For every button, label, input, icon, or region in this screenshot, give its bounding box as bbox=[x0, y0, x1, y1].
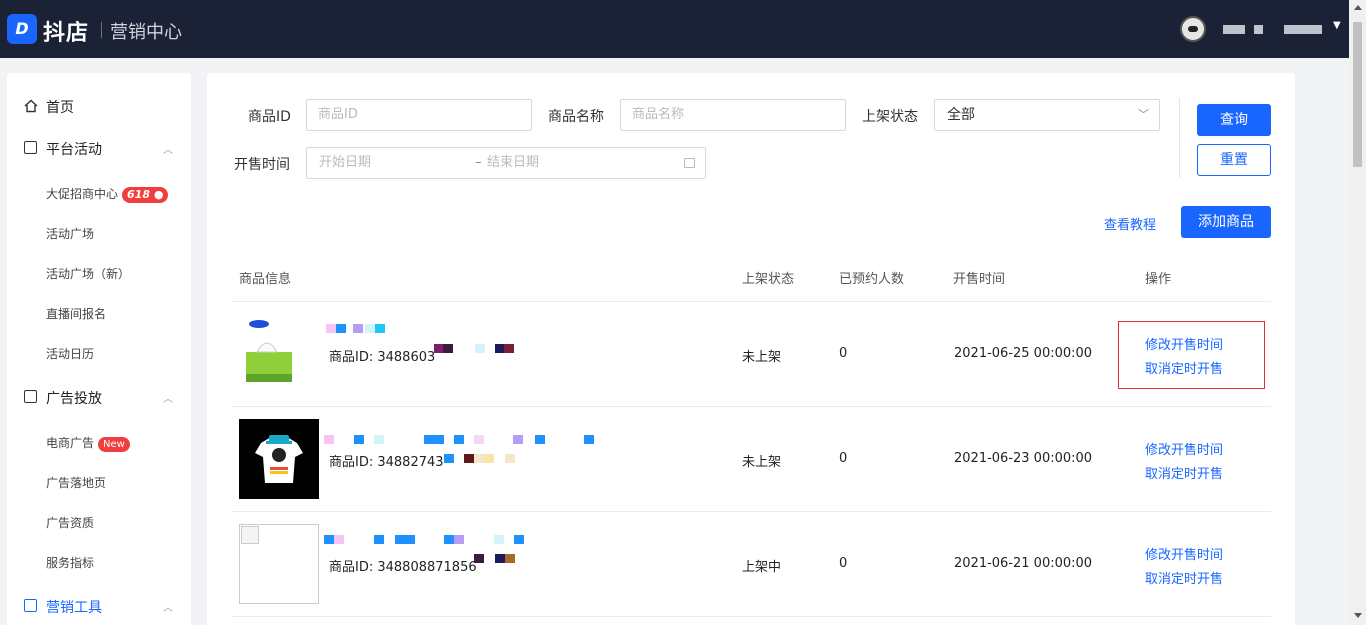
scroll-up-arrow-icon[interactable] bbox=[1354, 5, 1362, 10]
sidebar: 首页 平台活动 ︿ 大促招商中心 618 ● 活动广场 活动广场（新） 直播间报名… bbox=[7, 73, 191, 625]
product-name-input[interactable]: 商品名称 bbox=[620, 99, 846, 131]
logo-subtitle: 营销中心 bbox=[110, 22, 182, 43]
product-id-label: 商品ID bbox=[248, 109, 291, 125]
shop-name-redacted bbox=[1254, 25, 1263, 34]
chevron-down-icon: ﹀ bbox=[1138, 108, 1149, 121]
scroll-thumb[interactable] bbox=[1353, 22, 1362, 167]
table-divider bbox=[231, 301, 1271, 302]
sale-time-cell: 2021-06-23 00:00:00 bbox=[954, 451, 1093, 466]
caret-down-icon[interactable]: ▼ bbox=[1333, 20, 1341, 31]
sale-time-range-picker[interactable]: 开始日期 – 结束日期 bbox=[306, 147, 706, 179]
reset-button[interactable]: 重置 bbox=[1197, 144, 1271, 176]
scroll-down-arrow-icon[interactable] bbox=[1354, 613, 1362, 618]
sidebar-item-activity-square-new[interactable]: 活动广场（新） bbox=[46, 265, 130, 283]
sidebar-item-ad-qualification[interactable]: 广告资质 bbox=[46, 514, 94, 532]
edit-sale-time-link[interactable]: 修改开售时间 bbox=[1145, 439, 1223, 458]
main-panel: 商品ID 商品ID 商品名称 商品名称 上架状态 全部 ﹀ 开售时间 开始日期 … bbox=[207, 73, 1295, 625]
product-thumbnail-broken-image-icon[interactable] bbox=[239, 524, 319, 604]
sidebar-item-home[interactable]: 首页 bbox=[7, 96, 191, 118]
cancel-scheduled-sale-link[interactable]: 取消定时开售 bbox=[1145, 568, 1223, 587]
reserved-count-cell: 0 bbox=[839, 556, 848, 571]
sidebar-item-label: 电商广告 bbox=[46, 436, 95, 450]
column-header-status: 上架状态 bbox=[742, 272, 795, 287]
tools-icon bbox=[24, 599, 37, 612]
sidebar-group-label: 平台活动 bbox=[46, 142, 102, 158]
product-name-label: 商品名称 bbox=[548, 109, 604, 125]
product-thumbnail[interactable] bbox=[239, 419, 319, 499]
sidebar-item-activity-calendar[interactable]: 活动日历 bbox=[46, 345, 94, 363]
status-label: 上架状态 bbox=[862, 109, 918, 125]
shop-name-redacted bbox=[1223, 25, 1245, 34]
sidebar-group-label: 广告投放 bbox=[46, 391, 102, 407]
column-header-operations: 操作 bbox=[1145, 272, 1172, 287]
sidebar-item-promo-center[interactable]: 大促招商中心 618 ● bbox=[46, 185, 169, 203]
calendar-icon[interactable] bbox=[684, 158, 695, 168]
logo-text[interactable]: 抖店 bbox=[43, 15, 89, 47]
home-icon bbox=[24, 99, 38, 113]
product-id-text: 商品ID: 348808871856 bbox=[329, 560, 477, 575]
sidebar-group-label: 营销工具 bbox=[46, 600, 102, 616]
chevron-up-icon[interactable]: ︿ bbox=[163, 390, 173, 405]
ad-icon bbox=[24, 390, 37, 403]
sidebar-item-label: 大促招商中心 bbox=[46, 187, 119, 201]
sidebar-item-ad-landing[interactable]: 广告落地页 bbox=[46, 474, 106, 492]
table-divider bbox=[231, 616, 1271, 617]
reserved-count-cell: 0 bbox=[839, 346, 848, 361]
end-date-input[interactable]: 结束日期 bbox=[487, 148, 539, 178]
edit-sale-time-link[interactable]: 修改开售时间 bbox=[1145, 544, 1223, 563]
sidebar-item-ecommerce-ads[interactable]: 电商广告 New bbox=[46, 434, 130, 452]
cancel-scheduled-sale-link[interactable]: 取消定时开售 bbox=[1145, 463, 1223, 482]
user-avatar[interactable] bbox=[1180, 16, 1206, 42]
product-id-text: 商品ID: 3488603 bbox=[329, 350, 436, 365]
status-cell: 未上架 bbox=[742, 350, 782, 365]
sidebar-item-live-signup[interactable]: 直播间报名 bbox=[46, 305, 106, 323]
product-id-input[interactable]: 商品ID bbox=[306, 99, 532, 131]
status-cell: 上架中 bbox=[742, 560, 782, 575]
query-button[interactable]: 查询 bbox=[1197, 104, 1271, 136]
column-header-sale-time: 开售时间 bbox=[953, 272, 1006, 287]
product-thumbnail[interactable] bbox=[239, 316, 319, 396]
column-header-product-info: 商品信息 bbox=[239, 272, 292, 287]
activity-icon bbox=[24, 141, 37, 154]
user-name-redacted[interactable] bbox=[1284, 25, 1322, 34]
sidebar-group-marketing-tools[interactable]: 营销工具 ︿ bbox=[7, 596, 191, 618]
status-select[interactable]: 全部 ﹀ bbox=[934, 99, 1160, 131]
view-tutorial-link[interactable]: 查看教程 bbox=[1104, 214, 1156, 233]
table-divider bbox=[231, 511, 1271, 512]
reserved-count-cell: 0 bbox=[839, 451, 848, 466]
status-select-value: 全部 bbox=[947, 107, 975, 123]
sale-time-cell: 2021-06-21 00:00:00 bbox=[954, 556, 1093, 571]
sidebar-item-label: 首页 bbox=[46, 100, 74, 116]
page-scrollbar[interactable] bbox=[1349, 0, 1366, 625]
chevron-up-icon[interactable]: ︿ bbox=[163, 599, 173, 614]
chevron-up-icon[interactable]: ︿ bbox=[163, 141, 173, 156]
table-divider bbox=[231, 406, 1271, 407]
sale-time-label: 开售时间 bbox=[234, 157, 290, 173]
doudian-logo-icon[interactable]: D bbox=[7, 14, 37, 44]
start-date-input[interactable]: 开始日期 bbox=[319, 148, 371, 178]
sidebar-group-platform-activity[interactable]: 平台活动 ︿ bbox=[7, 138, 191, 160]
add-product-button[interactable]: 添加商品 bbox=[1181, 206, 1271, 238]
top-bar: D 抖店 营销中心 ▼ bbox=[0, 0, 1366, 58]
filter-divider bbox=[1179, 98, 1180, 178]
badge-new: New bbox=[98, 437, 130, 452]
product-id-text: 商品ID: 34882743 bbox=[329, 455, 444, 470]
sidebar-item-activity-square[interactable]: 活动广场 bbox=[46, 225, 94, 243]
sidebar-group-ads[interactable]: 广告投放 ︿ bbox=[7, 387, 191, 409]
sidebar-item-service-metrics[interactable]: 服务指标 bbox=[46, 554, 94, 572]
badge-618: 618 ● bbox=[122, 187, 169, 203]
date-range-separator: – bbox=[475, 155, 482, 170]
column-header-reserved: 已预约人数 bbox=[839, 272, 905, 287]
flame-icon: ● bbox=[153, 188, 164, 201]
highlight-annotation bbox=[1118, 321, 1265, 389]
logo-divider bbox=[101, 22, 102, 38]
sale-time-cell: 2021-06-25 00:00:00 bbox=[954, 346, 1093, 361]
status-cell: 未上架 bbox=[742, 455, 782, 470]
